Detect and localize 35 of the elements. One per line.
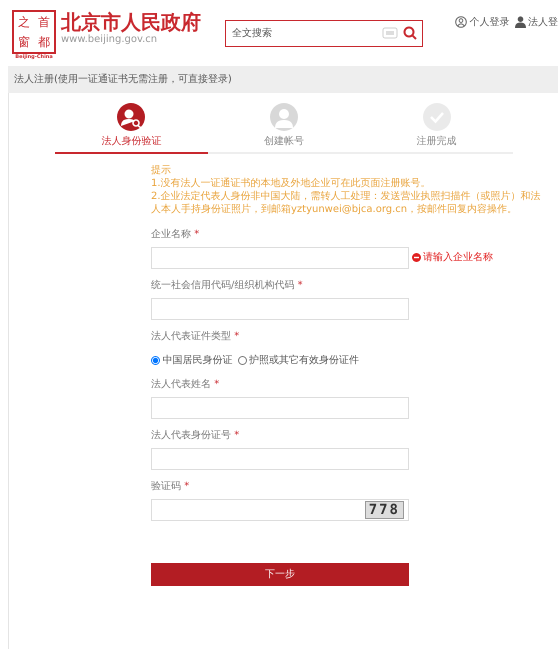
step-tab[interactable]: 创建帐号: [208, 103, 360, 152]
field-label: 法人代表证件类型 *: [151, 330, 240, 342]
user-circle-icon[interactable]: [455, 15, 467, 30]
radio-label: 中国居民身份证: [162, 354, 232, 368]
captcha-field[interactable]: 778: [151, 498, 409, 520]
step-tab[interactable]: 法人身份验证: [55, 103, 208, 152]
input-field[interactable]: [151, 298, 409, 320]
user-search-icon: [117, 103, 146, 131]
site-url: www.beijing.gov.cn: [61, 34, 158, 46]
logo-seal-icon: 之 首 窗 都: [12, 10, 56, 54]
login-link[interactable]: 法人登: [528, 15, 558, 30]
error-message: 请输入企业名称: [423, 250, 493, 265]
login-link[interactable]: 个人登录: [470, 15, 510, 30]
field-label: 法人代表姓名 *: [151, 378, 220, 390]
radio-label: 护照或其它有效身份证件: [249, 354, 359, 368]
person-icon[interactable]: [514, 15, 526, 30]
field-label: 法人代表身份证号 *: [151, 428, 240, 442]
user-icon: [270, 103, 298, 131]
step-tab[interactable]: 注册完成: [360, 103, 514, 152]
input-field[interactable]: [151, 246, 409, 268]
input-field[interactable]: [151, 448, 409, 470]
search-icon[interactable]: [403, 26, 417, 41]
page-title: 法人注册(使用一证通证书无需注册，可直接登录): [8, 66, 558, 93]
field-label: 统一社会信用代码/组织机构代码 *: [151, 278, 304, 292]
input-field[interactable]: [151, 396, 409, 418]
captcha-image: 778: [364, 500, 404, 518]
field-label: 企业名称 *: [151, 228, 200, 240]
search-bar[interactable]: 全文搜索: [225, 20, 423, 47]
site-title[interactable]: 北京市人民政府: [61, 10, 201, 34]
field-label: 验证码 *: [151, 480, 190, 492]
notice-text: 提示 1.没有法人一证通证书的本地及外地企业可在此页面注册账号。 2.企业法定代表人身份非中国大陆，需转人工处理：发送营业执照扫描件（或照片）和法人本人手持身份证照片，到邮箱yztyunwei@bjca.org.cn，按邮件回复内容操作。: [151, 164, 542, 216]
radio-button[interactable]: [151, 356, 160, 364]
next-button[interactable]: 下一步: [151, 562, 409, 586]
error-icon: [412, 253, 420, 262]
radio-button[interactable]: [238, 356, 246, 364]
